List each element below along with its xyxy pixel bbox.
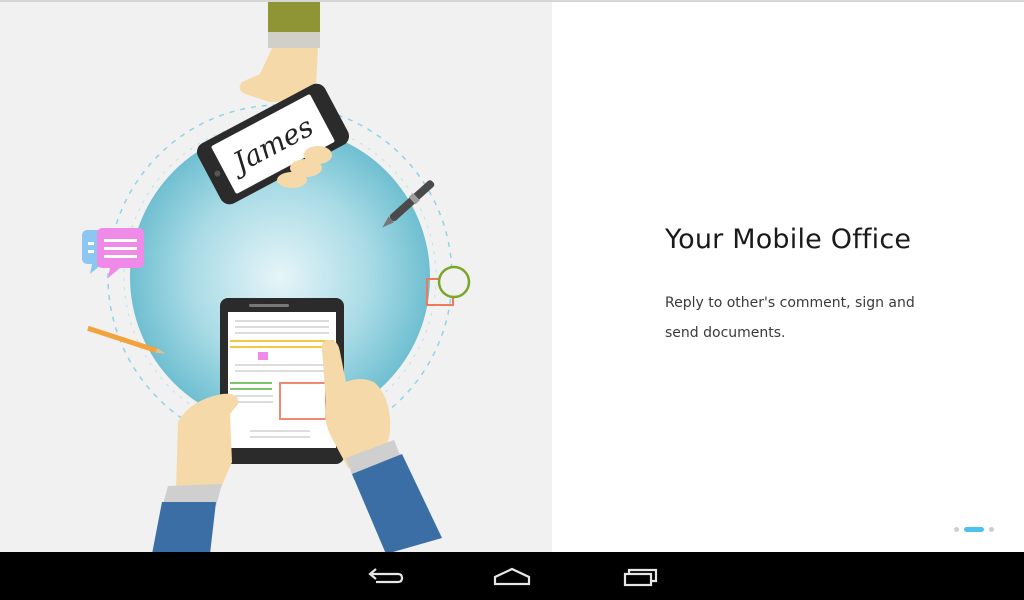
page-dot-2-active[interactable] [964,526,984,532]
recents-button[interactable] [608,552,672,600]
recent-apps-icon [623,568,658,587]
onboarding-illustration: James [0,2,552,552]
left-hand [152,393,239,552]
back-arrow-icon [368,568,404,584]
page-indicator[interactable] [954,526,994,532]
page-dot-1[interactable] [954,526,959,532]
home-button[interactable] [480,552,544,600]
page-title: Your Mobile Office [665,224,912,255]
shapes-icon [426,265,471,306]
onboarding-content: Your Mobile Office Reply to other's comm… [552,2,1024,552]
home-icon [493,567,531,586]
page-dot-3[interactable] [989,526,994,532]
page-description: Reply to other's comment, sign and send … [665,295,915,341]
system-navigation-bar [0,552,1024,600]
back-button[interactable] [352,552,416,600]
mobile-office-illustration: James [82,2,471,552]
